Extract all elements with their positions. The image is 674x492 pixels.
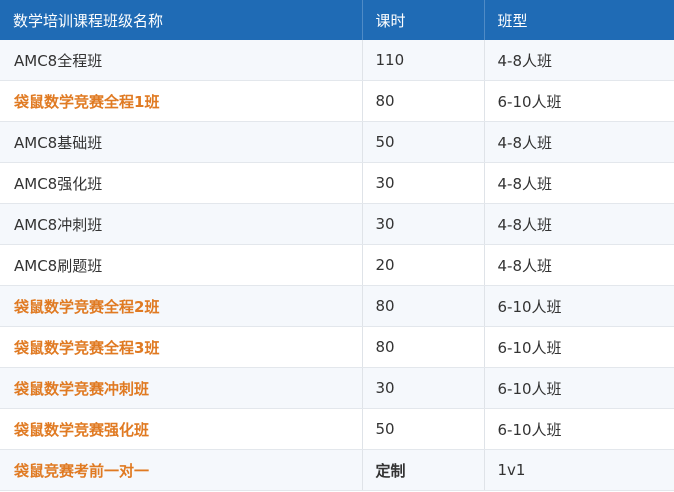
table-row: AMC8强化班 30 4-8人班 <box>0 162 674 204</box>
course-name-cell: 袋鼠数学竞赛全程3班 <box>0 326 363 368</box>
header-row: 数学培训课程班级名称 课时 班型 <box>0 0 674 40</box>
table-row: AMC8全程班 110 4-8人班 <box>0 40 674 81</box>
hours-cell: 50 <box>362 121 485 163</box>
class-type-cell: 6-10人班 <box>484 80 674 122</box>
course-name-cell: 袋鼠竞赛考前一对一 <box>0 449 363 491</box>
class-type-cell: 6-10人班 <box>484 367 674 409</box>
course-name-cell: AMC8强化班 <box>0 162 363 204</box>
course-name-cell: AMC8冲刺班 <box>0 203 363 245</box>
hours-cell: 20 <box>362 244 485 286</box>
table-header: 数学培训课程班级名称 课时 班型 <box>0 0 674 40</box>
class-type-cell: 6-10人班 <box>484 408 674 450</box>
hours-cell: 80 <box>362 285 485 327</box>
table-row: AMC8冲刺班 30 4-8人班 <box>0 203 674 245</box>
class-type-cell: 6-10人班 <box>484 326 674 368</box>
table-row: AMC8刷题班 20 4-8人班 <box>0 244 674 286</box>
table-row: 袋鼠数学竞赛全程1班 80 6-10人班 <box>0 80 674 122</box>
course-table: 数学培训课程班级名称 课时 班型 AMC8全程班 110 4-8人班 袋鼠数学竞赛全程… <box>0 0 674 491</box>
class-type-cell: 1v1 <box>484 449 674 491</box>
course-name-cell: 袋鼠数学竞赛强化班 <box>0 408 363 450</box>
table-row: 袋鼠数学竞赛冲刺班 30 6-10人班 <box>0 367 674 409</box>
course-name-cell: AMC8基础班 <box>0 121 363 163</box>
table-row: 袋鼠数学竞赛全程2班 80 6-10人班 <box>0 285 674 327</box>
course-name-cell: 袋鼠数学竞赛全程2班 <box>0 285 363 327</box>
header-class-type: 班型 <box>484 0 674 40</box>
class-type-cell: 4-8人班 <box>484 40 674 81</box>
class-type-cell: 4-8人班 <box>484 162 674 204</box>
class-type-cell: 6-10人班 <box>484 285 674 327</box>
table-row: 袋鼠竞赛考前一对一 定制 1v1 <box>0 449 674 491</box>
hours-cell: 110 <box>362 40 485 81</box>
hours-cell: 30 <box>362 367 485 409</box>
table-row: 袋鼠数学竞赛强化班 50 6-10人班 <box>0 408 674 450</box>
hours-cell: 80 <box>362 80 485 122</box>
table-row: 袋鼠数学竞赛全程3班 80 6-10人班 <box>0 326 674 368</box>
hours-cell: 定制 <box>362 449 485 491</box>
course-name-cell: AMC8刷题班 <box>0 244 363 286</box>
class-type-cell: 4-8人班 <box>484 203 674 245</box>
table-row: AMC8基础班 50 4-8人班 <box>0 121 674 163</box>
header-course-name: 数学培训课程班级名称 <box>0 0 363 40</box>
class-type-cell: 4-8人班 <box>484 121 674 163</box>
class-type-cell: 4-8人班 <box>484 244 674 286</box>
hours-cell: 50 <box>362 408 485 450</box>
course-name-cell: 袋鼠数学竞赛冲刺班 <box>0 367 363 409</box>
hours-cell: 30 <box>362 162 485 204</box>
table-body: AMC8全程班 110 4-8人班 袋鼠数学竞赛全程1班 80 6-10人班 AMC8基础班… <box>0 40 674 491</box>
course-name-cell: AMC8全程班 <box>0 40 363 81</box>
hours-cell: 80 <box>362 326 485 368</box>
course-name-cell: 袋鼠数学竞赛全程1班 <box>0 80 363 122</box>
header-hours: 课时 <box>362 0 485 40</box>
hours-cell: 30 <box>362 203 485 245</box>
